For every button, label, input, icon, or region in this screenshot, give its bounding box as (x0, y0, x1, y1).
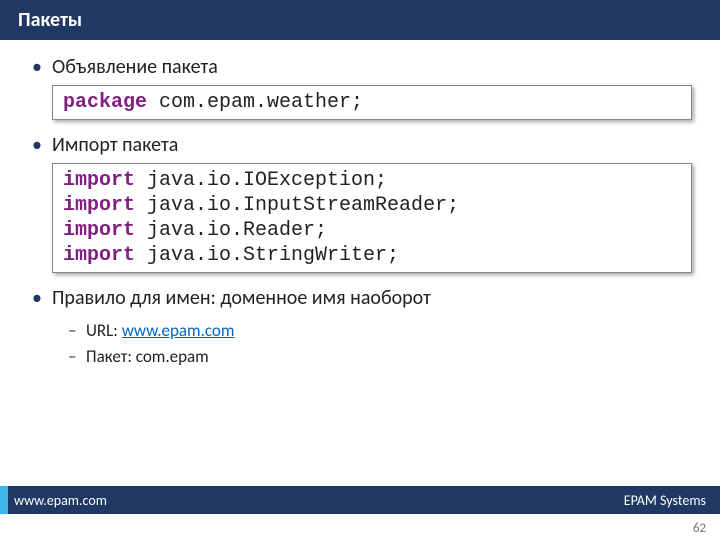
sub-bullet-list: URL: www.epam.com Пакет: com.epam (64, 318, 692, 369)
bullet-declare-text: Объявление пакета (52, 55, 218, 79)
keyword-import-4: import (63, 244, 135, 267)
keyword-import-3: import (63, 219, 135, 242)
bullet-naming-rule-text: Правило для имен: доменное имя наоборот (52, 286, 431, 310)
bullet-naming-rule: Правило для имен: доменное имя наоборот … (32, 285, 692, 369)
sub-bullet-package: Пакет: com.epam (64, 344, 692, 370)
keyword-package: package (63, 91, 147, 114)
footer-accent (0, 486, 8, 514)
sub-bullet-url: URL: www.epam.com (64, 318, 692, 344)
keyword-import-1: import (63, 169, 135, 192)
bullet-declare: Объявление пакета package com.epam.weath… (32, 54, 692, 120)
url-link[interactable]: www.epam.com (122, 320, 235, 341)
code-box-imports: import java.io.IOException; import java.… (52, 163, 692, 273)
footer-left: www.epam.com (14, 492, 107, 509)
url-label: URL: (86, 320, 122, 341)
code-package-rest: com.epam.weather; (147, 91, 363, 114)
page-number: 62 (693, 521, 706, 536)
footer-bar: www.epam.com EPAM Systems (0, 486, 720, 514)
bullet-import: Импорт пакета import java.io.IOException… (32, 132, 692, 273)
code-box-package: package com.epam.weather; (52, 85, 692, 120)
bullet-import-text: Импорт пакета (52, 133, 178, 157)
slide: { "title": "Пакеты", "bullets": { "decla… (0, 0, 720, 540)
code-import-3: java.io.Reader; (135, 219, 327, 242)
code-import-2: java.io.InputStreamReader; (135, 194, 459, 217)
slide-title: Пакеты (18, 8, 82, 32)
footer-right: EPAM Systems (624, 492, 706, 509)
pkg-value: com.epam (136, 346, 209, 367)
code-import-4: java.io.StringWriter; (135, 244, 399, 267)
keyword-import-2: import (63, 194, 135, 217)
code-import-1: java.io.IOException; (135, 169, 387, 192)
bullet-list: Объявление пакета package com.epam.weath… (32, 54, 692, 369)
pkg-label: Пакет: (86, 346, 136, 367)
slide-content: Объявление пакета package com.epam.weath… (0, 40, 720, 540)
slide-title-bar: Пакеты (0, 0, 720, 40)
